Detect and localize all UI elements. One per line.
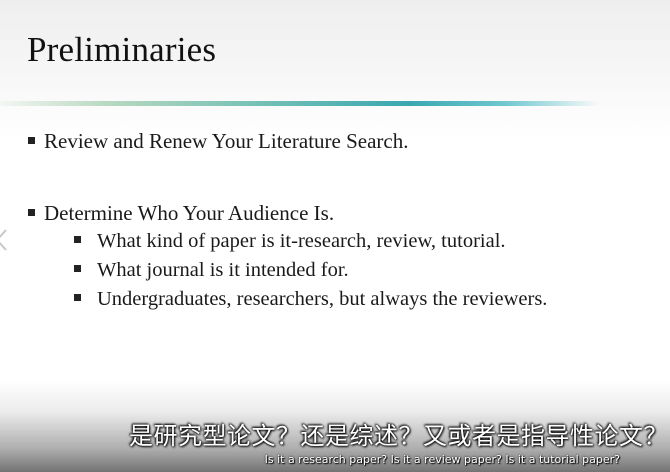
sub-bullet-item: What kind of paper is it-research, revie… <box>74 230 506 253</box>
bullet-text: Determine Who Your Audience Is. <box>44 201 335 225</box>
chevron-left-icon[interactable] <box>0 228 8 252</box>
sub-bullet-text: What kind of paper is it-research, revie… <box>97 230 506 252</box>
sub-bullet-item: What journal is it intended for. <box>74 259 349 282</box>
subtitle-english: Is it a research paper? Is it a review p… <box>264 453 620 466</box>
sub-bullet-item: Undergraduates, researchers, but always … <box>74 288 547 311</box>
bullet-item: Determine Who Your Audience Is. <box>28 201 334 226</box>
square-bullet-icon <box>28 208 35 216</box>
square-bullet-icon <box>74 293 81 301</box>
sub-bullet-text: Undergraduates, researchers, but always … <box>97 288 548 310</box>
square-bullet-icon <box>28 136 35 144</box>
bullet-item: Review and Renew Your Literature Search. <box>28 129 408 154</box>
square-bullet-icon <box>74 264 81 272</box>
sub-bullet-text: What journal is it intended for. <box>97 259 349 281</box>
bullet-text: Review and Renew Your Literature Search. <box>44 129 409 153</box>
subtitle-chinese: 是研究型论文？还是综述？又或者是指导性论文？ <box>129 422 668 450</box>
square-bullet-icon <box>74 235 81 243</box>
